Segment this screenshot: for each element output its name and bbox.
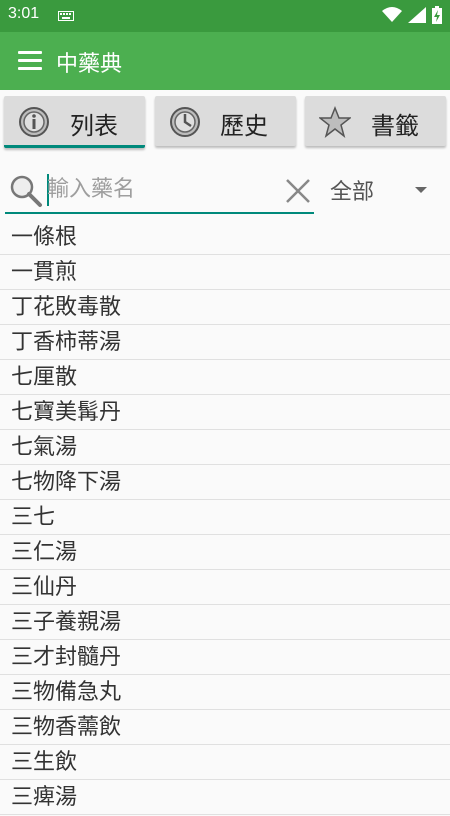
menu-icon[interactable] [18,51,42,71]
list-item[interactable]: 三才封髓丹 [0,640,450,675]
list-item[interactable]: 三物香薷飲 [0,710,450,745]
search-row: 全部 [0,160,450,216]
tab-bookmark-label: 書籤 [371,112,419,140]
list-item[interactable]: 七物降下湯 [0,465,450,500]
list-item[interactable]: 丁花敗毒散 [0,290,450,325]
info-icon [19,107,49,137]
tab-bookmark[interactable]: 書籤 [305,96,446,146]
list-item[interactable]: 七寶美髯丹 [0,395,450,430]
search-icon [10,175,42,207]
clock-icon [170,107,200,137]
status-bar: 3:01 [0,0,450,32]
tab-list[interactable]: 列表 [4,96,145,148]
filter-selected: 全部 [330,180,375,205]
list-item[interactable]: 三生飲 [0,745,450,780]
tab-list-label: 列表 [70,112,118,140]
list-item[interactable]: 三仙丹 [0,570,450,605]
list-item[interactable]: 七氣湯 [0,430,450,465]
search-box [5,164,314,214]
app-bar: 中藥典 [0,32,450,90]
status-time: 3:01 [8,5,40,22]
wifi-icon [382,7,402,22]
list-item[interactable]: 三物備急丸 [0,675,450,710]
list-item[interactable]: 一貫煎 [0,255,450,290]
signal-icon [408,7,426,23]
filter-dropdown[interactable]: 全部 [330,174,440,208]
herb-list: 一條根 一貫煎 丁花敗毒散 丁香柿蒂湯 七厘散 七寶美髯丹 七氣湯 七物降下湯 三七 三仁湯 三仙丹… [0,220,450,815]
star-icon [319,106,351,138]
list-item[interactable]: 三痺湯 [0,780,450,815]
list-item[interactable]: 三仁湯 [0,535,450,570]
tab-bar: 列表 歷史 書籤 [0,96,450,150]
keyboard-icon [58,11,74,21]
dropdown-arrow-icon [415,187,427,193]
list-item[interactable]: 三七 [0,500,450,535]
app-title: 中藥典 [56,52,123,77]
list-item[interactable]: 一條根 [0,220,450,255]
battery-icon [432,6,442,24]
list-item[interactable]: 丁香柿蒂湯 [0,325,450,360]
tab-history-label: 歷史 [220,112,268,140]
tab-history[interactable]: 歷史 [155,96,296,146]
list-item[interactable]: 三子養親湯 [0,605,450,640]
clear-icon[interactable] [285,178,311,204]
list-item[interactable]: 七厘散 [0,360,450,395]
search-input[interactable] [45,174,277,204]
